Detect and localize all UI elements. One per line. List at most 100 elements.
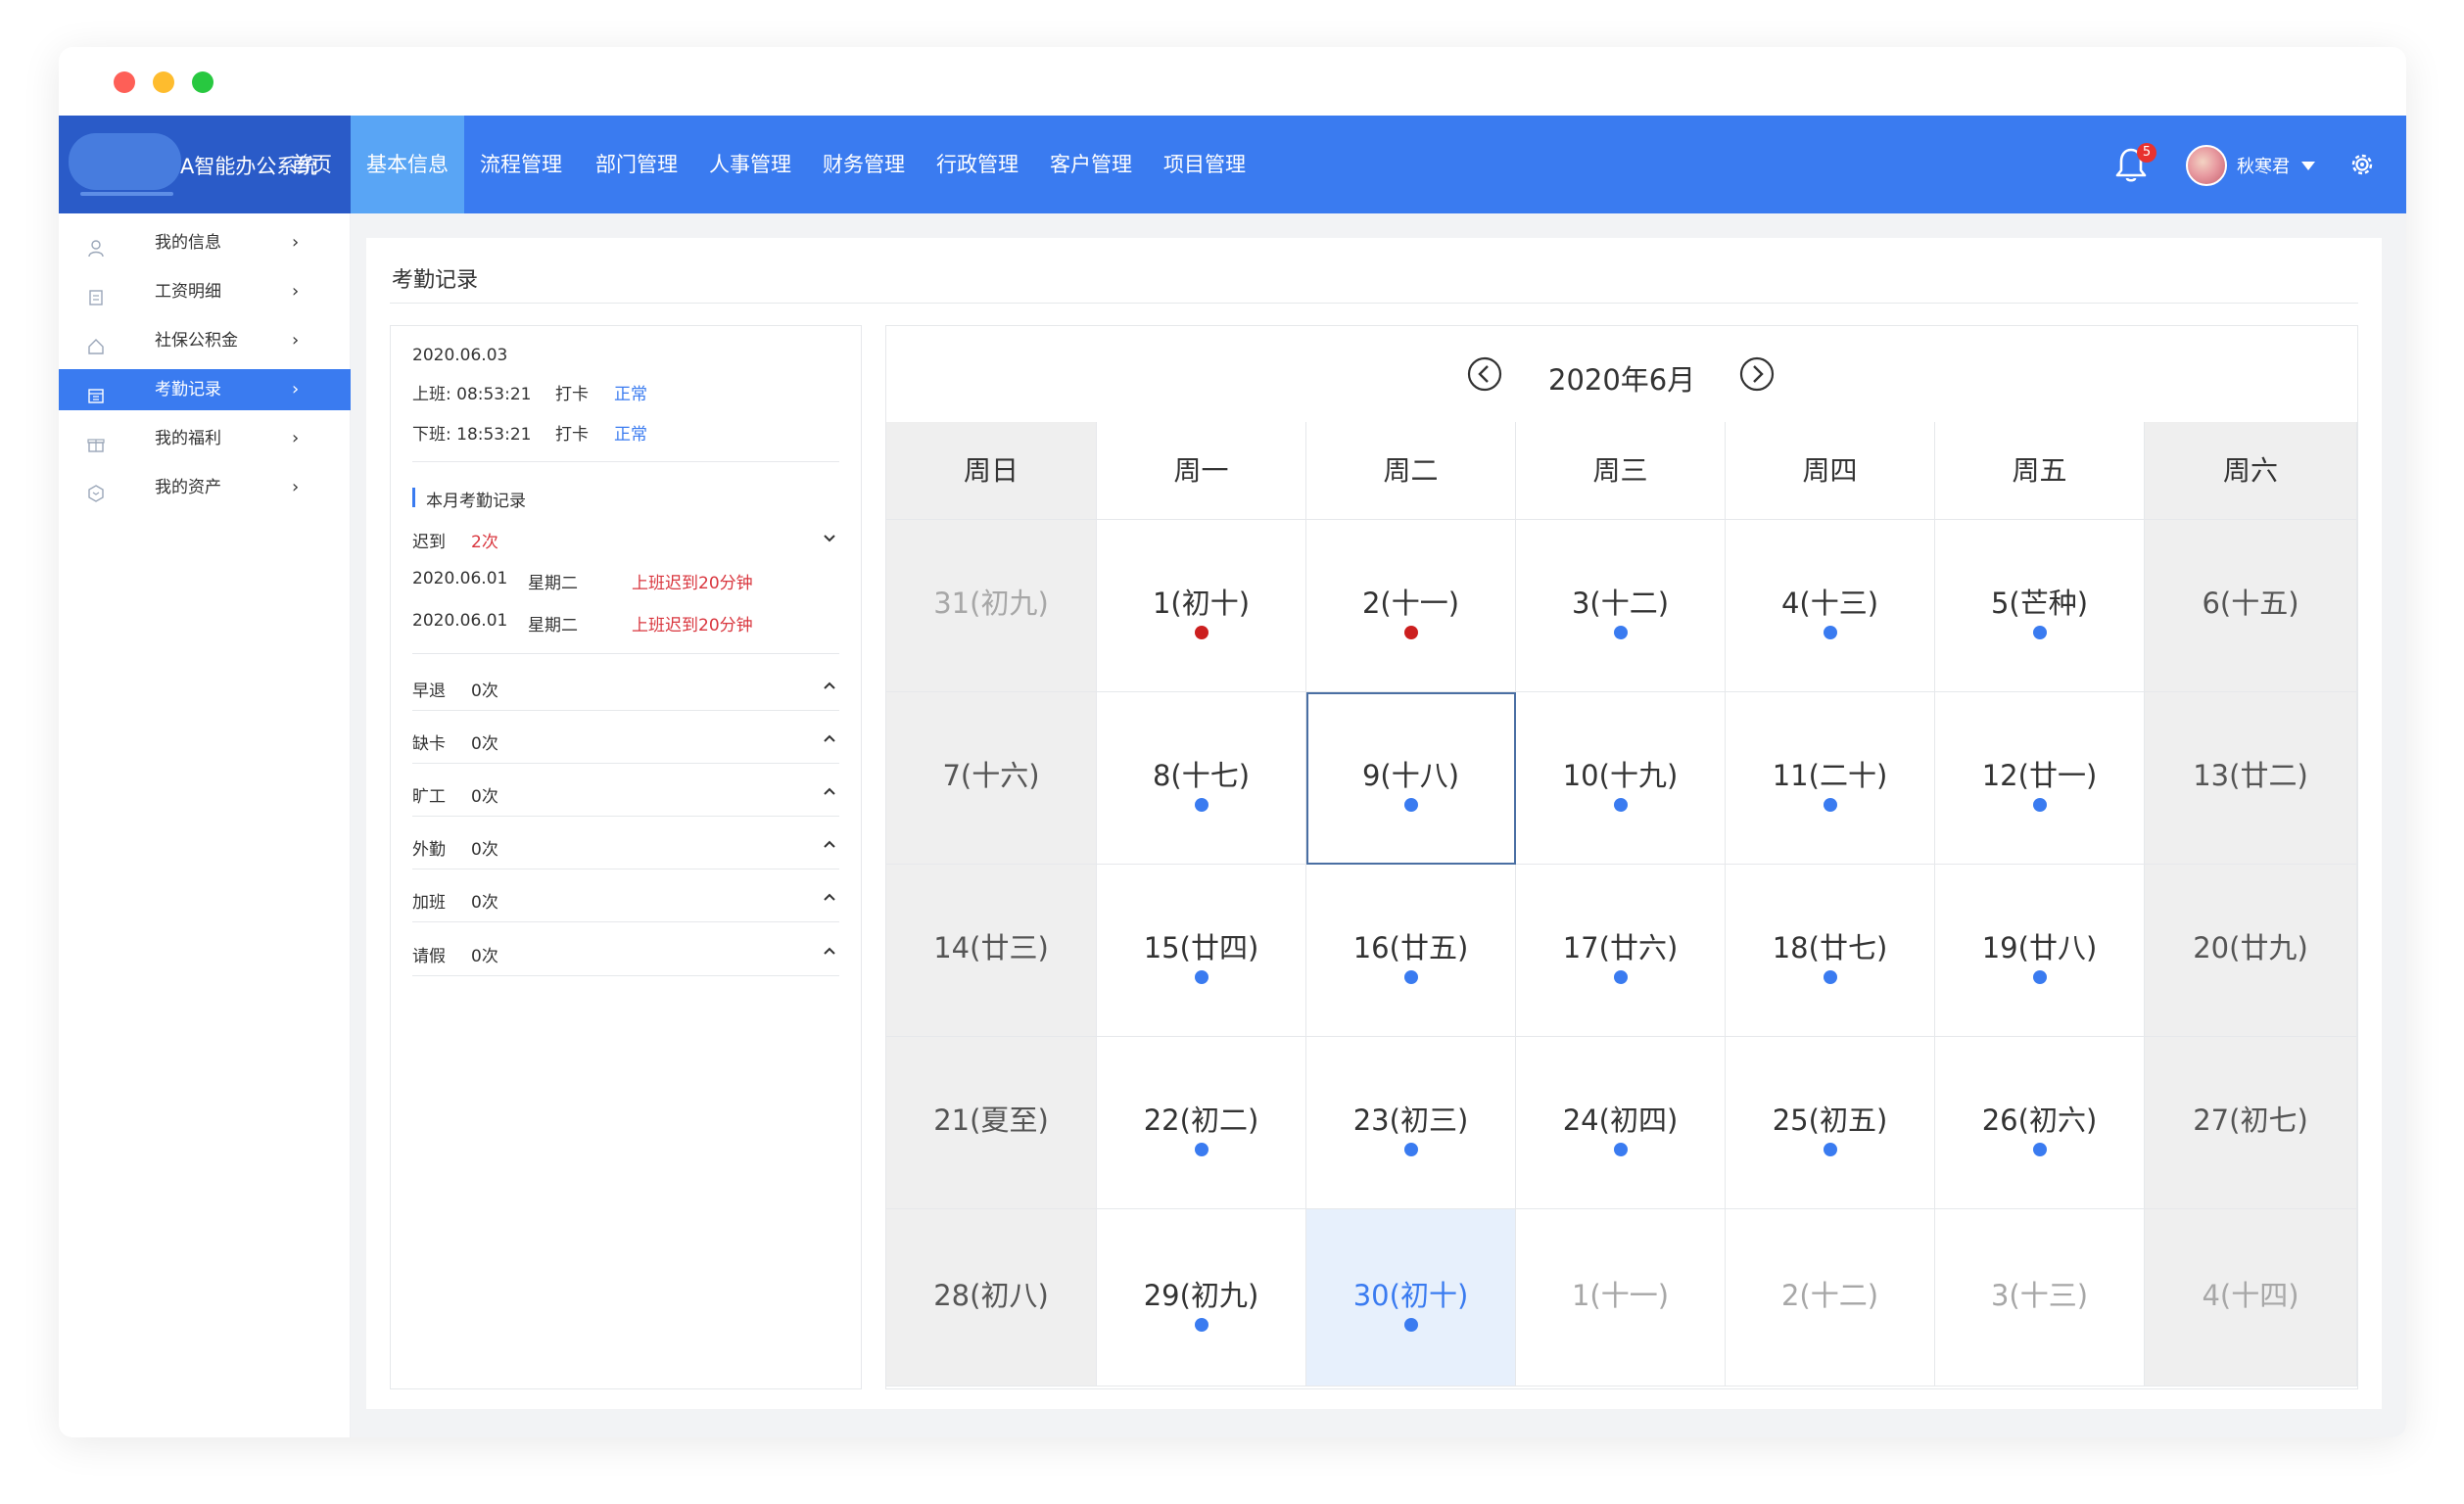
avatar[interactable] [2186, 145, 2227, 186]
nav-item[interactable]: 首页 [272, 116, 351, 213]
record-type-label[interactable]: 加班 [412, 888, 446, 913]
calendar-day[interactable]: 21(夏至) [886, 1037, 1097, 1209]
chevron-right-icon[interactable] [1738, 355, 1776, 393]
calendar-day[interactable]: 20(廿九) [2145, 865, 2357, 1037]
calendar-day-label: 8(十七) [1152, 759, 1251, 792]
calendar-day[interactable]: 22(初二) [1097, 1037, 1306, 1209]
late-label[interactable]: 迟到 [412, 528, 446, 552]
attendance-marker [1403, 798, 1418, 812]
late-entry-weekday: 星期二 [528, 574, 578, 593]
attendance-marker [1823, 970, 1837, 984]
calendar-day[interactable]: 10(十九) [1516, 692, 1726, 865]
record-type-label[interactable]: 请假 [412, 942, 446, 966]
nav-item[interactable]: 基本信息 [351, 116, 464, 213]
home-icon [86, 331, 106, 354]
chevron-up-icon[interactable] [822, 890, 837, 906]
calendar-day[interactable]: 25(初五) [1726, 1037, 1935, 1209]
calendar-day[interactable]: 11(二十) [1726, 692, 1935, 865]
calendar-day[interactable]: 2(十一) [1306, 520, 1516, 692]
close-window-button[interactable] [114, 71, 135, 93]
calendar-day[interactable]: 6(十五) [2145, 520, 2357, 692]
calendar-day-label: 16(廿五) [1352, 931, 1469, 964]
chevron-up-icon[interactable] [822, 731, 837, 747]
calendar-day[interactable]: 17(廿六) [1516, 865, 1726, 1037]
calendar-day-label: 25(初五) [1772, 1104, 1888, 1137]
sidebar-item[interactable]: 我的福利 › [59, 418, 351, 459]
calendar-day[interactable]: 8(十七) [1097, 692, 1306, 865]
gear-icon[interactable] [2348, 151, 2376, 178]
calendar-day[interactable]: 4(十三) [1726, 520, 1935, 692]
calendar-day[interactable]: 12(廿一) [1935, 692, 2145, 865]
top-navigation: A智能办公系统 首页 基本信息 流程管理 部门管理 人事管理 财务管理 行政管理 客户管理 项目… [59, 116, 2406, 213]
sidebar-item[interactable]: 社保公积金 › [59, 320, 351, 361]
calendar-day[interactable]: 16(廿五) [1306, 865, 1516, 1037]
sidebar-item-label: 考勤记录 [155, 380, 221, 400]
page-title: 考勤记录 [392, 268, 479, 293]
nav-item[interactable]: 项目管理 [1148, 116, 1261, 213]
calendar-day[interactable]: 27(初七) [2145, 1037, 2357, 1209]
calendar-day-label: 27(初七) [2193, 1104, 2308, 1137]
calendar-day[interactable]: 9(十八) [1306, 692, 1516, 865]
chevron-down-icon[interactable] [2301, 162, 2315, 170]
chevron-right-icon: › [292, 428, 300, 448]
maximize-window-button[interactable] [192, 71, 213, 93]
sidebar-item[interactable]: 我的信息 › [59, 222, 351, 263]
late-entry-note: 上班迟到20分钟 [632, 616, 753, 635]
sidebar-item[interactable]: 考勤记录 › [59, 369, 351, 410]
calendar-day[interactable]: 30(初十) [1306, 1209, 1516, 1386]
nav-item[interactable]: 流程管理 [464, 116, 578, 213]
weekday-header: 周二 [1306, 422, 1516, 520]
late-marker [1403, 626, 1418, 639]
attendance-marker [1823, 798, 1837, 812]
calendar-day[interactable]: 26(初六) [1935, 1037, 2145, 1209]
chevron-up-icon[interactable] [822, 944, 837, 960]
sidebar-item[interactable]: 我的资产 › [59, 467, 351, 508]
record-type-label[interactable]: 缺卡 [412, 729, 446, 754]
calendar-icon [86, 380, 106, 403]
chevron-down-icon[interactable] [822, 530, 837, 545]
record-type-label[interactable]: 早退 [412, 677, 446, 701]
chevron-up-icon[interactable] [822, 679, 837, 694]
record-type-label[interactable]: 旷工 [412, 782, 446, 807]
attendance-marker [1613, 626, 1628, 639]
calendar-day[interactable]: 1(十一) [1516, 1209, 1726, 1386]
chevron-up-icon[interactable] [822, 837, 837, 853]
calendar-day[interactable]: 23(初三) [1306, 1037, 1516, 1209]
record-type-label[interactable]: 外勤 [412, 835, 446, 860]
nav-item[interactable]: 部门管理 [580, 116, 693, 213]
calendar-day[interactable]: 19(廿八) [1935, 865, 2145, 1037]
late-count: 2次 [471, 533, 498, 552]
record-type-count: 0次 [471, 947, 498, 966]
calendar-day[interactable]: 7(十六) [886, 692, 1097, 865]
calendar-day[interactable]: 31(初九) [886, 520, 1097, 692]
logo-underline [80, 192, 173, 196]
calendar-day-label: 4(十四) [2202, 1278, 2299, 1312]
calendar-day-label: 11(二十) [1772, 759, 1888, 792]
chevron-left-icon[interactable] [1466, 355, 1503, 393]
calendar-day[interactable]: 2(十二) [1726, 1209, 1935, 1386]
nav-item[interactable]: 财务管理 [807, 116, 921, 213]
calendar-day[interactable]: 1(初十) [1097, 520, 1306, 692]
calendar-day[interactable]: 4(十四) [2145, 1209, 2357, 1386]
calendar-day[interactable]: 15(廿四) [1097, 865, 1306, 1037]
sidebar-item[interactable]: 工资明细 › [59, 271, 351, 312]
calendar-day[interactable]: 13(廿二) [2145, 692, 2357, 865]
nav-item[interactable]: 客户管理 [1034, 116, 1148, 213]
nav-item[interactable]: 人事管理 [693, 116, 807, 213]
sidebar-item-label: 社保公积金 [155, 331, 238, 351]
calendar-day[interactable]: 5(芒种) [1935, 520, 2145, 692]
calendar-day[interactable]: 28(初八) [886, 1209, 1097, 1386]
calendar-day[interactable]: 14(廿三) [886, 865, 1097, 1037]
calendar-day[interactable]: 3(十三) [1935, 1209, 2145, 1386]
calendar-day[interactable]: 24(初四) [1516, 1037, 1726, 1209]
username[interactable]: 秋寒君 [2237, 153, 2290, 178]
calendar-day-label: 28(初八) [933, 1278, 1049, 1312]
calendar-day[interactable]: 18(廿七) [1726, 865, 1935, 1037]
attendance-summary-card: 2020.06.03 上班: 08:53:21 打卡 正常 下班: 18:53:… [390, 325, 862, 1389]
minimize-window-button[interactable] [153, 71, 174, 93]
late-entry-date: 2020.06.01 [412, 611, 508, 631]
nav-item[interactable]: 行政管理 [921, 116, 1034, 213]
chevron-up-icon[interactable] [822, 784, 837, 800]
calendar-day[interactable]: 29(初九) [1097, 1209, 1306, 1386]
calendar-day[interactable]: 3(十二) [1516, 520, 1726, 692]
